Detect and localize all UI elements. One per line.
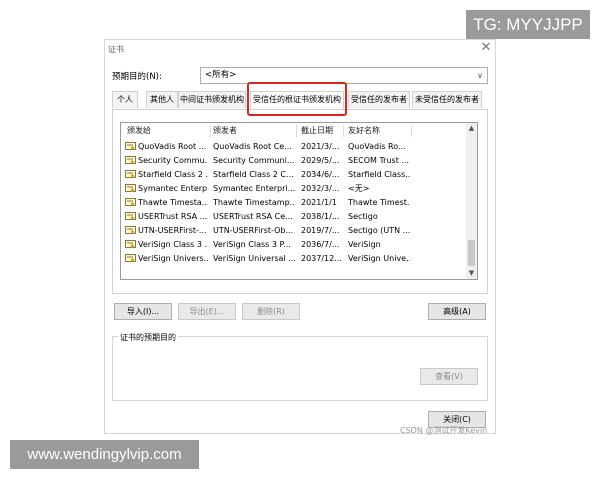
table-row[interactable]: Thawte Timesta... Thawte Timestamp... 20… xyxy=(121,196,466,210)
friendly-name-cell: VeriSign Unive... xyxy=(348,254,410,263)
certificate-icon xyxy=(125,226,136,234)
advanced-button[interactable]: 高级(A) xyxy=(428,303,486,320)
red-highlight-box xyxy=(247,82,347,116)
issued-to-cell: VeriSign Univers... xyxy=(138,254,208,263)
remove-button[interactable]: 删除(R) xyxy=(242,303,300,320)
column-issued-by[interactable]: 颁发者 xyxy=(213,123,237,139)
table-row[interactable]: Starfield Class 2 ... Starfield Class 2 … xyxy=(121,168,466,182)
expiration-cell: 2029/5/... xyxy=(301,156,340,165)
issued-to-cell: UTN-USERFirst-... xyxy=(138,226,207,235)
friendly-name-cell: Thawte Timest... xyxy=(348,198,410,207)
column-divider[interactable] xyxy=(411,125,412,137)
tab-trusted-publishers[interactable]: 受信任的发布者 xyxy=(348,91,410,108)
certificate-purposes-label: 证书的预期目的 xyxy=(118,332,178,343)
table-row[interactable]: Security Commu... Security Communi... 20… xyxy=(121,154,466,168)
expiration-cell: 2019/7/... xyxy=(301,226,340,235)
issued-to-cell: VeriSign Class 3 ... xyxy=(138,240,208,249)
certificate-icon xyxy=(125,170,136,178)
intended-purpose-label: 预期目的(N): xyxy=(112,72,162,82)
issued-by-cell: UTN-USERFirst-Ob... xyxy=(213,226,294,235)
friendly-name-cell: SECOM Trust ... xyxy=(348,156,410,165)
issued-by-cell: Thawte Timestamp... xyxy=(213,198,295,207)
table-row[interactable]: QuoVadis Root ... QuoVadis Root Ce... 20… xyxy=(121,140,466,154)
tab-other-people[interactable]: 其他人 xyxy=(146,91,178,108)
intended-purpose-value: <所有> xyxy=(205,70,237,80)
table-row[interactable]: VeriSign Univers... VeriSign Universal .… xyxy=(121,252,466,266)
tab-untrusted-publishers[interactable]: 未受信任的发布者 xyxy=(412,91,482,108)
certificate-icon xyxy=(125,254,136,262)
csdn-watermark: CSDN @测试开发Kevin xyxy=(400,426,488,435)
expiration-cell: 2037/12... xyxy=(301,254,342,263)
certificate-icon xyxy=(125,184,136,192)
expiration-cell: 2038/1/... xyxy=(301,212,340,221)
dialog-title: 证书 xyxy=(108,45,124,54)
friendly-name-cell: Sectigo (UTN ... xyxy=(348,226,410,235)
column-divider[interactable] xyxy=(210,125,211,137)
table-row[interactable]: VeriSign Class 3 ... VeriSign Class 3 P.… xyxy=(121,238,466,252)
certificate-icon xyxy=(125,212,136,220)
export-button[interactable]: 导出(E)... xyxy=(178,303,236,320)
certificate-icon xyxy=(125,156,136,164)
column-expiration[interactable]: 截止日期 xyxy=(301,123,333,139)
expiration-cell: 2021/1/1 xyxy=(301,198,337,207)
table-row[interactable]: USERTrust RSA ... USERTrust RSA Ce... 20… xyxy=(121,210,466,224)
tab-intermediate-ca[interactable]: 中间证书颁发机构 xyxy=(178,91,246,108)
issued-by-cell: USERTrust RSA Ce... xyxy=(213,212,293,221)
column-divider[interactable] xyxy=(343,125,344,137)
scrollbar-thumb[interactable] xyxy=(468,240,475,266)
expiration-cell: 2036/7/... xyxy=(301,240,340,249)
issued-by-cell: Symantec Enterpri... xyxy=(213,184,295,193)
expiration-cell: 2032/3/... xyxy=(301,184,340,193)
issued-by-cell: Security Communi... xyxy=(213,156,295,165)
column-divider[interactable] xyxy=(296,125,297,137)
expiration-cell: 2034/6/... xyxy=(301,170,340,179)
site-watermark: www.wendingylvip.com xyxy=(10,440,199,469)
friendly-name-cell: <无> xyxy=(348,184,370,193)
table-row[interactable]: UTN-USERFirst-... UTN-USERFirst-Ob... 20… xyxy=(121,224,466,238)
issued-to-cell: Thawte Timesta... xyxy=(138,198,208,207)
certificate-icon xyxy=(125,240,136,248)
column-friendly-name[interactable]: 友好名称 xyxy=(348,123,380,139)
tab-personal[interactable]: 个人 xyxy=(112,91,138,108)
issued-to-cell: Symantec Enterp... xyxy=(138,184,208,193)
import-button[interactable]: 导入(I)... xyxy=(114,303,172,320)
issued-to-cell: USERTrust RSA ... xyxy=(138,212,208,221)
expiration-cell: 2021/3/... xyxy=(301,142,340,151)
friendly-name-cell: Starfield Class... xyxy=(348,170,410,179)
issued-to-cell: Security Commu... xyxy=(138,156,208,165)
issued-by-cell: VeriSign Class 3 P... xyxy=(213,240,291,249)
view-button[interactable]: 查看(V) xyxy=(420,368,478,385)
certificate-icon xyxy=(125,142,136,150)
issued-to-cell: QuoVadis Root ... xyxy=(138,142,207,151)
friendly-name-cell: QuoVadis Ro... xyxy=(348,142,406,151)
friendly-name-cell: Sectigo xyxy=(348,212,378,221)
friendly-name-cell: VeriSign xyxy=(348,240,381,249)
issued-to-cell: Starfield Class 2 ... xyxy=(138,170,208,179)
close-icon[interactable]: ✕ xyxy=(478,40,494,56)
certificate-list[interactable]: 颁发给 颁发者 截止日期 友好名称 QuoVadis Root ... QuoV… xyxy=(120,122,478,280)
issued-by-cell: Starfield Class 2 C... xyxy=(213,170,294,179)
issued-by-cell: VeriSign Universal ... xyxy=(213,254,295,263)
certificate-icon xyxy=(125,198,136,206)
scroll-up-icon[interactable]: ▲ xyxy=(466,123,477,134)
tg-watermark: TG: MYYJJPP xyxy=(466,10,590,39)
scroll-down-icon[interactable]: ▼ xyxy=(466,268,477,279)
issued-by-cell: QuoVadis Root Ce... xyxy=(213,142,292,151)
chevron-down-icon: ∨ xyxy=(477,71,483,80)
column-issued-to[interactable]: 颁发给 xyxy=(127,123,151,139)
vertical-scrollbar[interactable]: ▲ ▼ xyxy=(466,123,477,279)
table-row[interactable]: Symantec Enterp... Symantec Enterpri... … xyxy=(121,182,466,196)
